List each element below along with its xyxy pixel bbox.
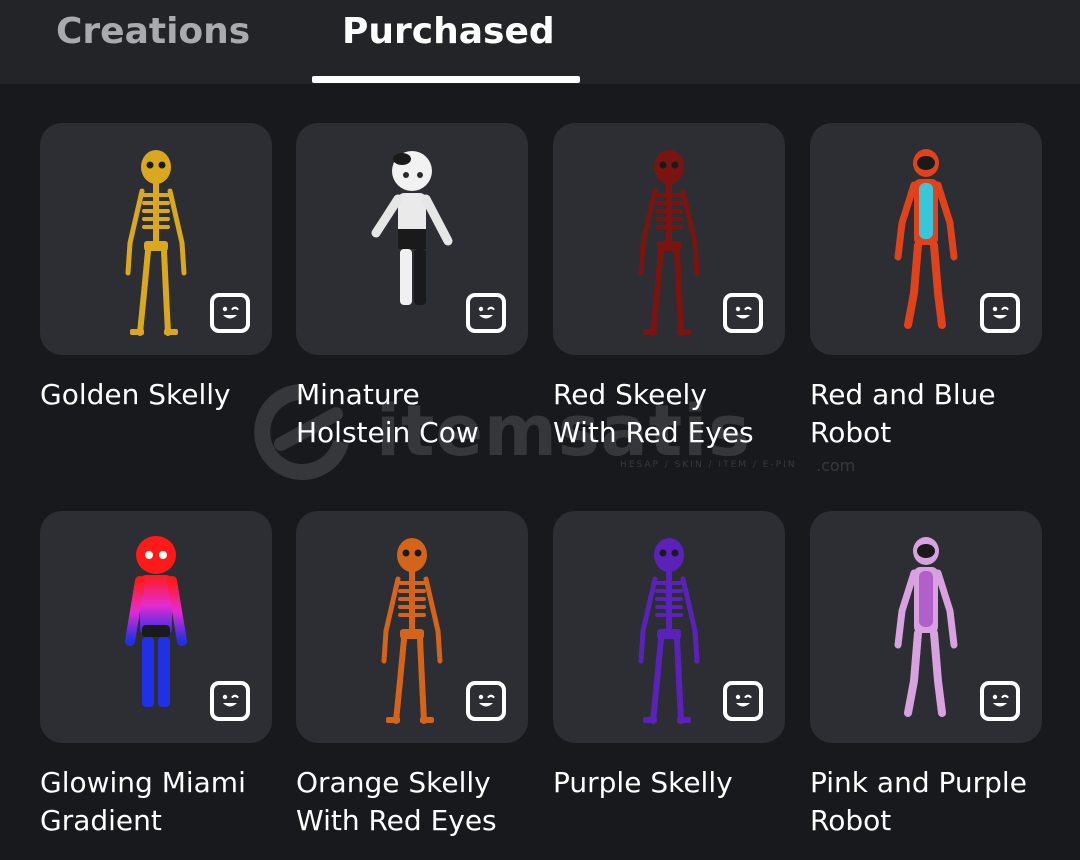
emote-badge[interactable] (466, 681, 506, 721)
item-name-line: With Red Eyes (553, 416, 754, 449)
item-name[interactable]: Golden Skelly (40, 376, 280, 414)
emote-badge[interactable] (980, 681, 1020, 721)
item-name-line: Orange Skelly (296, 766, 491, 799)
item-name-line: Golden Skelly (40, 378, 231, 411)
item-thumbnail[interactable] (296, 123, 528, 355)
item-name[interactable]: Pink and Purple Robot (810, 764, 1050, 840)
item-name-line: Purple Skelly (553, 766, 733, 799)
item-name-line: Red and Blue (810, 378, 996, 411)
emote-icon (992, 694, 1009, 707)
item-name[interactable]: Glowing Miami Gradient (40, 764, 280, 840)
avatar-figure (371, 151, 453, 305)
item-thumbnail[interactable] (40, 123, 272, 355)
item-name[interactable]: Orange Skelly With Red Eyes (296, 764, 536, 840)
avatar-figure (638, 150, 700, 336)
emote-icon (735, 694, 752, 707)
item-name[interactable]: Minature Holstein Cow (296, 376, 536, 452)
emote-badge[interactable] (210, 293, 250, 333)
emote-badge[interactable] (466, 293, 506, 333)
item-thumbnail[interactable] (810, 511, 1042, 743)
item-thumbnail[interactable] (553, 511, 785, 743)
item-name[interactable]: Red Skeely With Red Eyes (553, 376, 793, 452)
item-name-line: Holstein Cow (296, 416, 479, 449)
emote-badge[interactable] (210, 681, 250, 721)
avatar-figure (125, 536, 187, 707)
emote-icon (735, 306, 752, 319)
item-name-line: With Red Eyes (296, 804, 497, 837)
item-name[interactable]: Red and Blue Robot (810, 376, 1050, 452)
emote-icon (222, 306, 239, 319)
emote-icon (222, 694, 239, 707)
emote-badge[interactable] (980, 293, 1020, 333)
emote-icon (478, 306, 495, 319)
item-grid: Golden Skelly Minature Holstein Cow Red Ske… (0, 0, 1080, 860)
item-name-line: Robot (810, 804, 892, 837)
avatar-figure (125, 150, 187, 336)
item-name[interactable]: Purple Skelly (553, 764, 793, 802)
item-thumbnail[interactable] (810, 123, 1042, 355)
emote-icon (992, 306, 1009, 319)
item-name-line: Pink and Purple (810, 766, 1027, 799)
emote-badge[interactable] (723, 681, 763, 721)
item-name-line: Minature (296, 378, 420, 411)
avatar-figure (894, 149, 958, 329)
avatar-figure (638, 538, 700, 724)
item-name-line: Gradient (40, 804, 162, 837)
avatar-figure (381, 538, 443, 724)
item-thumbnail[interactable] (553, 123, 785, 355)
emote-icon (478, 694, 495, 707)
item-name-line: Red Skeely (553, 378, 707, 411)
item-thumbnail[interactable] (40, 511, 272, 743)
item-name-line: Robot (810, 416, 892, 449)
avatar-figure (894, 537, 958, 717)
item-thumbnail[interactable] (296, 511, 528, 743)
emote-badge[interactable] (723, 293, 763, 333)
item-name-line: Glowing Miami (40, 766, 246, 799)
